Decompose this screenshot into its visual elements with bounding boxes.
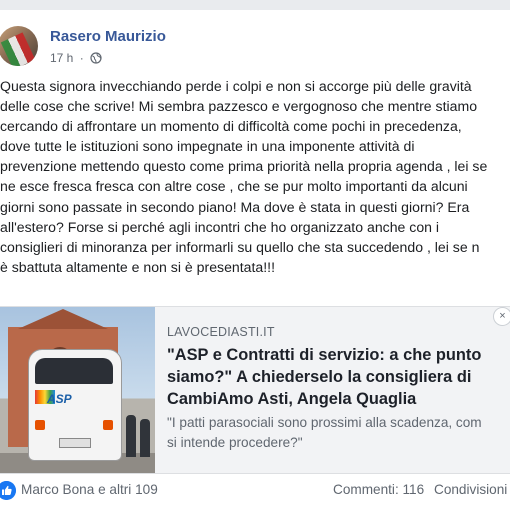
person (126, 415, 136, 457)
link-title-line: siamo?" A chiederselo la consigliera di (167, 368, 472, 386)
post-text-line: Questa signora invecchiando perde i colp… (0, 78, 472, 94)
globe-icon[interactable] (90, 52, 102, 64)
link-description-line: si intende procedere?" (167, 435, 303, 450)
post-text-line: prevenzione mettendo questo come prima p… (0, 158, 488, 175)
close-icon[interactable]: × (493, 307, 510, 326)
bus-image: ASP (28, 349, 122, 461)
post-text-line: consiglieri di minoranza per informarli … (0, 238, 480, 255)
post-text-line: dove tutte le istituzioni sono impegnate… (0, 138, 415, 155)
like-icon[interactable] (0, 481, 16, 500)
post-footer: Marco Bona e altri 109 Commenti: 116 Con… (0, 476, 510, 504)
post-header: Rasero Maurizio 17 h · (0, 22, 510, 72)
link-preview[interactable]: ASP LAVOCEDIASTI.IT "ASP e Contratti di … (0, 306, 510, 474)
author-name[interactable]: Rasero Maurizio (50, 28, 166, 45)
avatar[interactable] (0, 26, 38, 66)
link-domain: LAVOCEDIASTI.IT (167, 325, 275, 339)
post-text-line: è sbattuta altamente e non si è presenta… (0, 258, 276, 275)
reactions-summary[interactable]: Marco Bona e altri 109 (21, 482, 158, 497)
post-timestamp[interactable]: 17 h (50, 51, 73, 65)
link-title-line: "ASP e Contratti di servizio: a che punt… (167, 346, 482, 364)
post-text: Questa signora invecchiando perde i colp… (0, 76, 510, 277)
link-title-line: CambiAmo Asti, Angela Quaglia (167, 390, 417, 408)
post-text-line: cercando di affrontare un momento di dif… (0, 118, 462, 135)
link-preview-image[interactable]: ASP (0, 307, 155, 473)
link-description: "I patti parasociali sono prossimi alla … (167, 413, 510, 453)
post-text-line: ne esce fresca fresca con altre cose , c… (0, 178, 468, 195)
comments-count[interactable]: Commenti: 116 (333, 482, 424, 497)
link-description-line: "I patti parasociali sono prossimi alla … (167, 415, 482, 430)
meta-separator: · (79, 51, 84, 65)
link-title[interactable]: "ASP e Contratti di servizio: a che punt… (167, 344, 510, 410)
post-text-line: all'estero? Forse si perché agli incontr… (0, 218, 440, 235)
shares-count[interactable]: Condivisioni (434, 482, 507, 497)
post-card: Rasero Maurizio 17 h · Questa signora in… (0, 10, 510, 510)
post-text-line: giorni sono passate in secondo piano! Ma… (0, 198, 470, 215)
post-meta: 17 h · (50, 51, 102, 65)
person (140, 419, 150, 457)
bus-logo: ASP (47, 392, 72, 406)
post-text-line: delle cose che scrive! Mi sembra pazzesc… (0, 98, 478, 115)
